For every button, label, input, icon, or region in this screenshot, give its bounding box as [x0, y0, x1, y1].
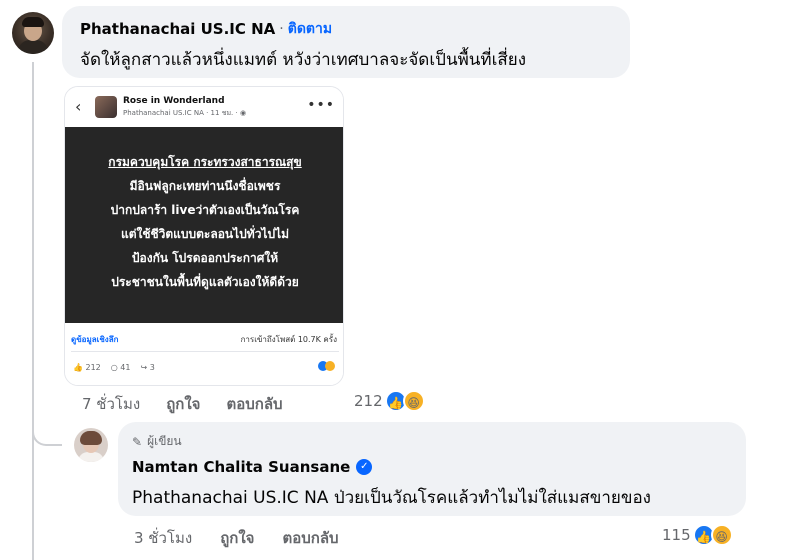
- screenshot-views: การเข้าถึงโพสต์ 10.7K ครั้ง: [240, 335, 337, 344]
- screenshot-reactions: [318, 361, 335, 371]
- screenshot-likes: 👍 212: [73, 363, 101, 372]
- screenshot-comments: ○ 41: [110, 363, 131, 372]
- comment-reactions[interactable]: 212 👍 😆: [354, 390, 425, 412]
- avatar-hair: [80, 431, 102, 445]
- haha-reaction-icon: [325, 361, 335, 371]
- reply-time[interactable]: 3 ชั่วโมง: [134, 526, 192, 550]
- screenshot-line: ประชาชนในพื้นที่ดูแลตัวเองให้ดีด้วย: [111, 275, 299, 289]
- like-button[interactable]: ถูกใจ: [166, 392, 200, 416]
- avatar-body: [78, 452, 104, 462]
- pencil-icon: ✎: [132, 434, 143, 449]
- page-avatar: [95, 96, 117, 118]
- comment-text: จัดให้ลูกสาวแล้วหนึ่งแมทต์ หวังว่าเทศบาล…: [80, 50, 527, 70]
- screenshot-page-name: Rose in Wonderland: [123, 96, 225, 106]
- screenshot-text-card: กรมควบคุมโรค กระทรวงสาธารณสุข มีอินฟลูกะ…: [65, 127, 343, 323]
- reply-header: Namtan Chalita Suansane ✓: [132, 458, 373, 476]
- screenshot-line: ป้องกัน โปรดออกประกาศให้: [131, 251, 279, 265]
- reply-author[interactable]: Namtan Chalita Suansane: [132, 458, 350, 476]
- screenshot-line: ปากปลาร้า liveว่าตัวเองเป็นวัณโรค: [110, 203, 300, 217]
- screenshot-footer: ดูข้อมูลเชิงลึก การเข้าถึงโพสต์ 10.7K คร…: [65, 323, 343, 385]
- reply-actions: 3 ชั่วโมง ถูกใจ ตอบกลับ: [134, 526, 339, 550]
- haha-reaction-icon: 😆: [402, 390, 425, 412]
- screenshot-line: แต่ใช้ชีวิตแบบตะลอนไปทั่วไปไม่: [120, 227, 290, 241]
- reply-connector: [32, 418, 62, 446]
- author-badge: ✎ ผู้เขียน: [132, 432, 182, 451]
- reply-button[interactable]: ตอบกลับ: [282, 526, 338, 550]
- follow-button[interactable]: ติดตาม: [288, 18, 332, 40]
- screenshot-stats: 👍 212 ○ 41 ↪ 3: [73, 363, 155, 372]
- reply-text: Phathanachai US.IC NA ป่วยเป็นวัณโรคแล้ว…: [132, 488, 651, 508]
- commenter-avatar[interactable]: [12, 12, 54, 54]
- divider: [71, 351, 339, 352]
- comment-actions: 7 ชั่วโมง ถูกใจ ตอบกลับ: [82, 392, 283, 416]
- screenshot-line: มีอินฟลูกะเทยท่านนึงชื่อเพชร: [129, 179, 281, 193]
- reply-author-avatar[interactable]: [74, 428, 108, 462]
- comment-header: Phathanachai US.IC NA · ติดตาม: [80, 18, 332, 40]
- reply-reactions[interactable]: 115 👍 😆: [662, 524, 733, 546]
- attached-screenshot[interactable]: ‹ Rose in Wonderland Phathanachai US.IC …: [64, 86, 344, 386]
- haha-reaction-icon: 😆: [710, 524, 733, 546]
- screenshot-insights-link: ดูข้อมูลเชิงลึก: [71, 335, 119, 344]
- reaction-count: 115: [662, 526, 691, 544]
- comment-author[interactable]: Phathanachai US.IC NA: [80, 20, 275, 38]
- screenshot-header: ‹ Rose in Wonderland Phathanachai US.IC …: [65, 87, 343, 127]
- comment-bubble: Phathanachai US.IC NA · ติดตาม จัดให้ลูก…: [62, 6, 630, 78]
- back-arrow-icon: ‹: [75, 97, 82, 116]
- reaction-count: 212: [354, 392, 383, 410]
- avatar-hair: [22, 17, 44, 27]
- screenshot-line: กรมควบคุมโรค กระทรวงสาธารณสุข: [108, 155, 302, 169]
- avatar-body: [18, 40, 48, 54]
- comment-time[interactable]: 7 ชั่วโมง: [82, 392, 140, 416]
- separator-dot: ·: [279, 21, 284, 37]
- thread-line: [32, 62, 34, 560]
- screenshot-shares: ↪ 3: [140, 363, 155, 372]
- screenshot-meta: Phathanachai US.IC NA · 11 ชม. · ◉: [123, 109, 247, 117]
- like-button[interactable]: ถูกใจ: [220, 526, 254, 550]
- reply-bubble: ✎ ผู้เขียน Namtan Chalita Suansane ✓ Pha…: [118, 422, 746, 516]
- verified-badge-icon: ✓: [356, 459, 373, 475]
- reply-button[interactable]: ตอบกลับ: [226, 392, 282, 416]
- more-icon: •••: [307, 97, 335, 113]
- author-badge-label: ผู้เขียน: [147, 434, 182, 448]
